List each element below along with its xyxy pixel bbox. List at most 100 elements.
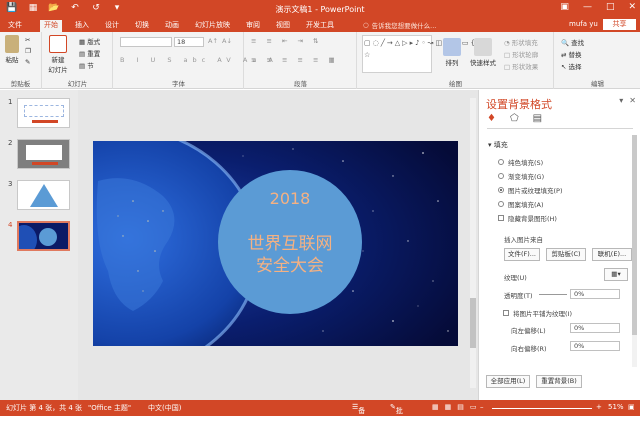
tab-insert[interactable]: 插入 (71, 20, 93, 32)
radio-picture-fill[interactable]: 图片或纹理填充(P) (498, 185, 563, 195)
copy-icon[interactable]: ❐ (25, 47, 31, 55)
offset-left-input[interactable]: 0% (570, 323, 620, 333)
section-button[interactable]: ▤ 节 (79, 60, 94, 70)
shape-fill-button[interactable]: ◔ 形状填充 (504, 37, 538, 47)
slide-number-3: 3 (8, 180, 13, 188)
reset-background-button[interactable]: 重置背景(B) (536, 375, 582, 388)
transparency-slider[interactable] (539, 294, 567, 295)
apply-to-all-button[interactable]: 全部应用(L) (486, 375, 530, 388)
ribbon-options-icon[interactable]: ▣ (560, 2, 569, 12)
status-notes-label: 备注 (358, 407, 366, 425)
file-button-label: 文件(F)... (507, 250, 536, 258)
texture-picker[interactable]: ▦▾ (604, 268, 628, 281)
layout-button[interactable]: ▦ 版式 (79, 36, 100, 46)
slide-canvas-area: 2018 世界互联网 安全大会 (78, 90, 478, 400)
reset-button[interactable]: ▤ 重置 (79, 48, 100, 58)
pane-scrollbar[interactable] (632, 135, 637, 367)
radio-solid-fill[interactable]: 纯色填充(S) (498, 157, 543, 167)
offset-left-value: 0% (574, 324, 585, 332)
view-buttons[interactable]: ▦▦▤▭ (432, 403, 482, 411)
select-button[interactable]: ↖ 选择 (561, 61, 582, 71)
apply-all-label: 全部应用(L) (490, 377, 526, 385)
group-label-editing: 编辑 (591, 80, 604, 88)
status-language[interactable]: 中文(中国) (148, 403, 181, 413)
align-buttons[interactable]: ≡ ≡ ≡ ≡ ≡ ▦ (251, 56, 339, 64)
clipboard-button-label: 剪贴板(C) (551, 250, 581, 258)
status-comments[interactable]: ✎ 批注 (390, 403, 403, 425)
shape-outline-button[interactable]: □ 形状轮廓 (504, 49, 538, 59)
effects-pentagon-icon[interactable]: ⬠ (510, 113, 519, 124)
slide-title-line1[interactable]: 世界互联网 (218, 233, 362, 255)
tab-transitions[interactable]: 切换 (131, 20, 153, 32)
fill-section-header[interactable]: ▾ 填充 (488, 140, 508, 150)
slide-number-2: 2 (8, 139, 13, 147)
zoom-level[interactable]: 51% (608, 403, 624, 411)
tab-slideshow[interactable]: 幻灯片放映 (191, 20, 234, 32)
maximize-icon[interactable]: □ (606, 2, 615, 12)
status-notes[interactable]: ☰ 备注 (352, 403, 365, 425)
canvas-vertical-scrollbar[interactable] (470, 98, 476, 388)
radio-pattern-fill[interactable]: 图案填充(A) (498, 199, 544, 209)
file-button[interactable]: 文件(F)... (504, 248, 540, 261)
replace-button[interactable]: ⇄ 替换 (561, 49, 582, 59)
zoom-out-icon[interactable]: – (480, 403, 484, 411)
hide-bg-graphics-checkbox[interactable]: 隐藏背景图形(H) (498, 213, 557, 223)
tell-me-search[interactable]: ○ 告诉我您想要做什么... (363, 20, 436, 30)
tab-design[interactable]: 设计 (101, 20, 123, 32)
pane-close-icon[interactable]: ✕ (629, 96, 636, 105)
tile-label: 将图片平铺为纹理(I) (513, 310, 572, 318)
find-button[interactable]: 🔍 查找 (561, 37, 584, 47)
tab-animations[interactable]: 动画 (161, 20, 183, 32)
pane-scroll-thumb[interactable] (632, 135, 637, 335)
tab-developer[interactable]: 开发工具 (302, 20, 338, 32)
quick-styles-button[interactable]: 快速样式 (468, 38, 498, 67)
tile-picture-checkbox[interactable]: 将图片平铺为纹理(I) (503, 308, 572, 318)
fill-bucket-icon[interactable]: ♦ (487, 113, 496, 124)
slide-thumbnail-3[interactable] (17, 180, 70, 210)
grow-font-icon[interactable]: A↑ (208, 37, 218, 45)
zoom-slider[interactable] (492, 408, 592, 409)
slide-title-line2[interactable]: 安全大会 (218, 255, 362, 277)
slide-year-text[interactable]: 2018 (218, 189, 362, 208)
shrink-font-icon[interactable]: A↓ (222, 37, 232, 45)
radio-gradient-fill[interactable]: 渐变填充(G) (498, 171, 544, 181)
zoom-in-icon[interactable]: + (596, 403, 602, 411)
minimize-icon[interactable]: — (583, 2, 592, 12)
picture-icon[interactable]: ▤ (533, 113, 542, 124)
online-button[interactable]: 联机(E)... (592, 248, 632, 261)
fit-slide-icon[interactable]: ▣ (628, 403, 635, 411)
format-painter-icon[interactable]: ✎ (25, 58, 30, 66)
slide-thumbnail-4[interactable] (17, 221, 70, 251)
share-button[interactable]: 共享 (603, 19, 636, 30)
font-size-field[interactable]: 18 (174, 37, 204, 47)
tab-view[interactable]: 视图 (272, 20, 294, 32)
group-clipboard: 粘贴 ✂ ❐ ✎ 剪贴板 (0, 32, 42, 89)
group-font: 18 A↑ A↓ B I U S abc AV Aa A 字体 (114, 32, 273, 89)
user-name[interactable]: mufa yu (569, 20, 598, 28)
tab-home[interactable]: 开始 (40, 20, 62, 32)
arrange-label: 排列 (445, 59, 459, 67)
transparency-input[interactable]: 0% (570, 289, 620, 299)
status-bar: 幻灯片 第 4 张，共 4 张 "Office 主题" 中文(中国) ☰ 备注 … (0, 400, 640, 425)
radio-pattern-label: 图案填充(A) (508, 201, 544, 209)
arrange-button[interactable]: 排列 (440, 38, 464, 67)
font-name-field[interactable] (120, 37, 172, 47)
share-label: 共享 (612, 20, 627, 28)
slide-thumbnail-2[interactable] (17, 139, 70, 169)
shape-effects-button[interactable]: □ 形状效果 (504, 61, 538, 71)
pane-title: 设置背景格式 (486, 98, 552, 111)
slide-thumbnail-1[interactable] (17, 98, 70, 128)
offset-right-input[interactable]: 0% (570, 341, 620, 351)
new-slide-button[interactable]: 新建 幻灯片 (47, 35, 69, 74)
shapes-gallery[interactable]: ▢◌╱→△▷▸♪◦↝◫↻◯▭{}☆ (362, 35, 481, 73)
tab-file[interactable]: 文件 (2, 20, 28, 32)
current-slide[interactable]: 2018 世界互联网 安全大会 (93, 141, 458, 346)
paste-button[interactable]: 粘贴 (3, 35, 21, 64)
pane-options-icon[interactable]: ▾ (619, 96, 623, 105)
close-icon[interactable]: ✕ (628, 2, 636, 12)
list-buttons[interactable]: ≡ ≡ ⇤ ⇥ ⇅ (251, 37, 323, 45)
canvas-scroll-thumb[interactable] (470, 298, 476, 348)
tab-review[interactable]: 审阅 (242, 20, 264, 32)
clipboard-button[interactable]: 剪贴板(C) (546, 248, 586, 261)
cut-icon[interactable]: ✂ (25, 36, 30, 44)
